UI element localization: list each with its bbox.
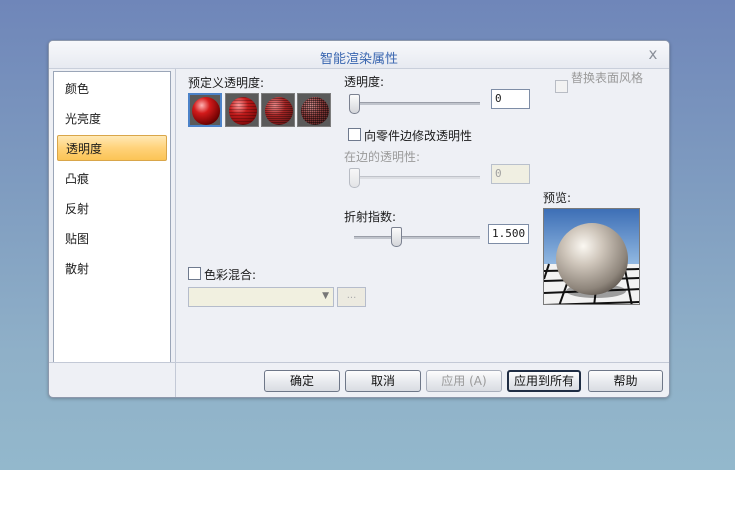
color-blend-combo: ▼ [188,287,334,307]
color-blend-browse-button: ... [337,287,366,307]
nav-item-reflection[interactable]: 反射 [57,196,167,222]
preview-label: 预览: [543,191,572,205]
refraction-slider-track[interactable] [354,236,480,239]
preset-sphere-icon [265,97,293,125]
transparency-slider-thumb[interactable] [349,94,360,114]
smart-render-properties-dialog: 智能渲染属性 x 颜色 光亮度 透明度 凸痕 反射 贴图 散射 预定义透明度: … [48,40,670,398]
refraction-slider-thumb[interactable] [390,227,402,247]
preset-swatch-3[interactable] [261,93,295,127]
preset-swatch-1[interactable] [188,93,222,127]
preview-image [543,208,640,305]
preview-sphere-icon [544,209,639,304]
edge-slider-track [354,176,480,179]
nav-item-bump[interactable]: 凸痕 [57,166,167,192]
predefined-transparency-label: 预定义透明度: [188,76,265,90]
panel-divider [175,69,176,397]
nav-item-color[interactable]: 颜色 [57,76,167,102]
edge-transparency-value-input: 0 [491,164,530,184]
apply-button: 应用 (A) [426,370,502,392]
footer-divider [49,362,669,363]
preset-sphere-icon [301,97,329,125]
transparency-label: 透明度: [344,75,385,89]
chevron-down-icon: ▼ [322,291,329,301]
edge-transparency-checkbox-label[interactable]: 向零件边修改透明性 [364,127,472,144]
color-blend-checkbox[interactable] [188,267,201,280]
nav-item-gloss[interactable]: 光亮度 [57,106,167,132]
nav-item-texture[interactable]: 贴图 [57,226,167,252]
preset-swatch-2[interactable] [225,93,259,127]
transparency-value-input[interactable]: 0 [491,89,530,109]
preset-sphere-icon [192,97,220,125]
preset-sphere-icon [229,97,257,125]
refraction-value-input[interactable]: 1.500 [488,224,529,244]
nav-item-transparency[interactable]: 透明度 [57,135,167,161]
dialog-titlebar[interactable]: 智能渲染属性 x [49,41,669,69]
dialog-title: 智能渲染属性 [319,52,398,67]
edge-slider-thumb [349,168,360,188]
color-blend-label[interactable]: 色彩混合: [204,266,256,283]
help-button[interactable]: 帮助 [588,370,663,392]
nav-item-scatter[interactable]: 散射 [57,256,167,282]
replace-surface-style-label: 替换表面风格 [571,71,644,85]
apply-to-all-button[interactable]: 应用到所有 [507,370,581,392]
refraction-index-label: 折射指数: [344,210,397,224]
cancel-button[interactable]: 取消 [345,370,421,392]
replace-surface-style-checkbox [555,80,568,93]
edge-transparency-label: 在边的透明性: [344,150,421,164]
transparency-slider-track[interactable] [354,102,480,105]
ok-button[interactable]: 确定 [264,370,340,392]
edge-transparency-checkbox[interactable] [348,128,361,141]
category-list: 颜色 光亮度 透明度 凸痕 反射 贴图 散射 [53,71,171,363]
preset-swatch-4[interactable] [297,93,331,127]
close-icon[interactable]: x [645,46,661,62]
